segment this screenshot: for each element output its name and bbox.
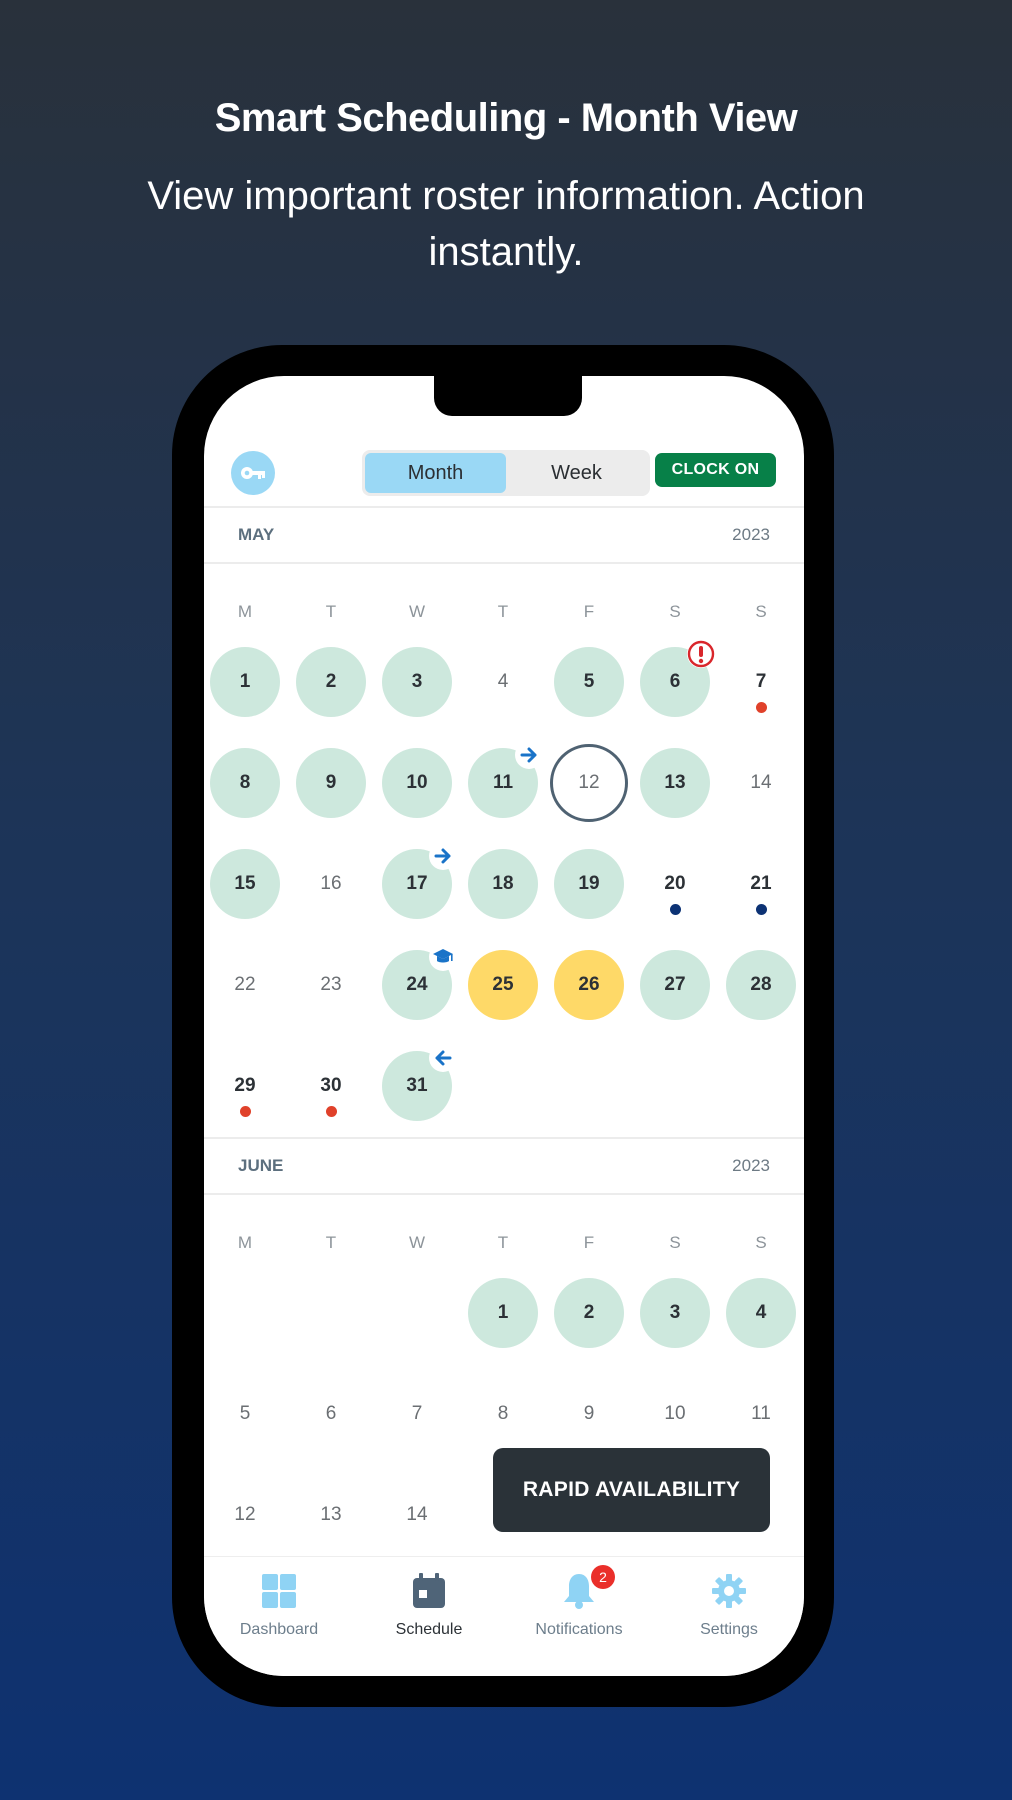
arrow-left-icon	[429, 1044, 457, 1072]
weekday-label: M	[237, 602, 253, 621]
calendar-day[interactable]: 10	[640, 1379, 710, 1449]
calendar-day[interactable]: 7	[382, 1379, 452, 1449]
weekday-row: MTWTFSS	[204, 602, 804, 626]
arrow-right-icon	[515, 741, 543, 769]
top-bar: Month Week CLOCK ON	[204, 446, 804, 506]
calendar-day[interactable]: 5	[210, 1379, 280, 1449]
tab-dashboard[interactable]: Dashboard	[204, 1571, 354, 1639]
calendar-day[interactable]: 8	[210, 748, 280, 818]
calendar-day[interactable]: 22	[210, 950, 280, 1020]
weekday-label: M	[237, 1233, 253, 1252]
calendar-day[interactable]: 2	[554, 1278, 624, 1348]
calendar-day[interactable]: 11	[726, 1379, 796, 1449]
tab-label: Schedule	[395, 1621, 463, 1638]
rapid-availability-button[interactable]: RAPID AVAILABILITY	[493, 1448, 770, 1532]
weekday-label: S	[755, 1233, 767, 1252]
calendar-day[interactable]: 9	[554, 1379, 624, 1449]
calendar-day[interactable]: 23	[296, 950, 366, 1020]
weekday-label: F	[583, 1233, 595, 1252]
calendar-day[interactable]: 15	[210, 849, 280, 919]
calendar-day[interactable]: 13	[296, 1480, 366, 1550]
calendar-icon	[413, 1573, 445, 1608]
month-header: JUNE 2023	[204, 1137, 804, 1195]
calendar-day[interactable]: 4	[468, 647, 538, 717]
arrow-right-icon	[429, 842, 457, 870]
alert-icon	[687, 640, 715, 668]
red-indicator-dot	[325, 1106, 337, 1117]
calendar-day[interactable]: 18	[468, 849, 538, 919]
calendar-day[interactable]: 6	[296, 1379, 366, 1449]
clock-on-button[interactable]: CLOCK ON	[655, 453, 776, 487]
weekday-label: S	[669, 602, 681, 621]
weekday-label: T	[325, 1233, 337, 1252]
tab-schedule[interactable]: Schedule	[354, 1571, 504, 1639]
calendar-day[interactable]: 10	[382, 748, 452, 818]
calendar-day[interactable]: 5	[554, 647, 624, 717]
calendar-day[interactable]: 3	[382, 647, 452, 717]
view-toggle: Month Week	[362, 450, 650, 496]
weekday-label: S	[669, 1233, 681, 1252]
phone-notch	[434, 376, 582, 416]
gear-icon	[712, 1574, 746, 1608]
calendar-day[interactable]: 12	[210, 1480, 280, 1550]
calendar-day[interactable]: 14	[382, 1480, 452, 1550]
tab-label: Notifications	[535, 1621, 623, 1638]
calendar-day[interactable]: 1	[210, 647, 280, 717]
red-indicator-dot	[755, 702, 767, 713]
blue-indicator-dot	[669, 904, 681, 915]
promo-title: Smart Scheduling - Month View	[214, 96, 798, 140]
notification-count-badge: 2	[591, 1565, 615, 1589]
blue-indicator-dot	[755, 904, 767, 915]
key-icon	[241, 467, 265, 479]
tab-notifications[interactable]: 2 Notifications	[504, 1565, 654, 1639]
calendar-day[interactable]: 8	[468, 1379, 538, 1449]
month-year: 2023	[732, 1156, 770, 1175]
red-indicator-dot	[239, 1106, 251, 1117]
graduation-cap-icon	[429, 943, 457, 971]
calendar-day[interactable]: 27	[640, 950, 710, 1020]
weekday-label: T	[497, 1233, 509, 1252]
calendar-day[interactable]: 13	[640, 748, 710, 818]
key-button[interactable]	[231, 451, 275, 495]
weekday-label: W	[408, 602, 426, 621]
calendar-day[interactable]: 19	[554, 849, 624, 919]
calendar-day[interactable]: 14	[726, 748, 796, 818]
tab-label: Settings	[700, 1621, 758, 1638]
calendar-day[interactable]: 12	[550, 744, 628, 822]
calendar-day[interactable]: 3	[640, 1278, 710, 1348]
calendar-day[interactable]: 28	[726, 950, 796, 1020]
month-header: MAY 2023	[204, 506, 804, 564]
weekday-label: W	[408, 1233, 426, 1252]
phone-screen: Month Week CLOCK ON MAY 2023 M T W T F S S 1 2 3 4 5 6…	[204, 376, 804, 1676]
promo-subtitle: View important roster information. Actio…	[147, 174, 865, 274]
tab-label: Dashboard	[239, 1621, 319, 1638]
tab-month[interactable]: Month	[365, 453, 506, 493]
month-name: MAY	[238, 525, 275, 544]
tab-settings[interactable]: Settings	[654, 1571, 804, 1639]
weekday-label: S	[755, 602, 767, 621]
calendar-day[interactable]: 2	[296, 647, 366, 717]
month-year: 2023	[732, 525, 770, 544]
calendar-day[interactable]: 16	[296, 849, 366, 919]
weekday-label: T	[497, 602, 509, 621]
bottom-tab-bar: Dashboard Schedule 2 Notifications Setti…	[204, 1556, 804, 1676]
calendar-day[interactable]: 4	[726, 1278, 796, 1348]
calendar-day[interactable]: 9	[296, 748, 366, 818]
calendar-day[interactable]: 25	[468, 950, 538, 1020]
tab-week[interactable]: Week	[506, 453, 647, 493]
weekday-row: MTWTFSS	[204, 1233, 804, 1257]
calendar-day[interactable]: 1	[468, 1278, 538, 1348]
weekday-label: T	[325, 602, 337, 621]
calendar-day[interactable]: 26	[554, 950, 624, 1020]
dashboard-icon	[262, 1574, 296, 1608]
weekday-label: F	[583, 602, 595, 621]
month-name: JUNE	[238, 1156, 284, 1175]
